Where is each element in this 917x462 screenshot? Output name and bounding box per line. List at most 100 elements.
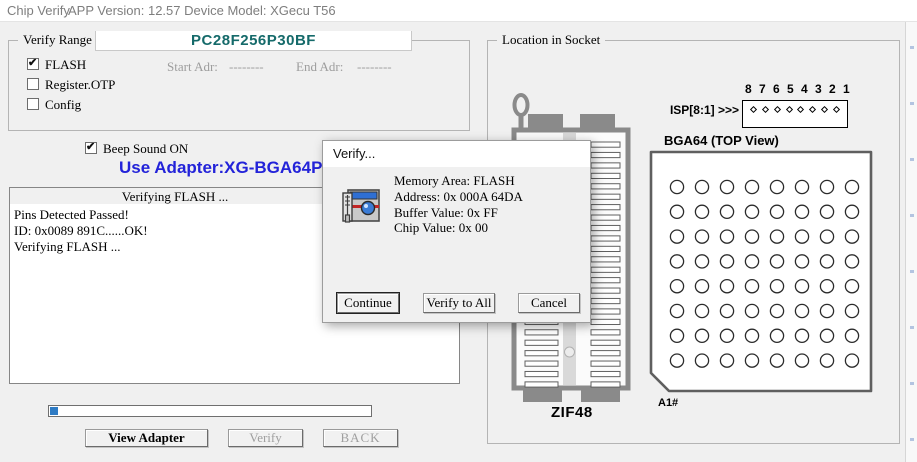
bga-ball: [745, 280, 758, 293]
back-button[interactable]: BACK: [323, 429, 398, 447]
checkbox-register-otp[interactable]: [27, 78, 39, 90]
socket-lever-icon: [515, 95, 528, 115]
zif-pin-slot: [591, 267, 620, 272]
progress-bar-fill: [50, 407, 58, 415]
checkbox-beep-label: Beep Sound ON: [103, 141, 188, 157]
bga-ball: [845, 329, 858, 342]
zif-pin-slot: [525, 361, 558, 366]
bga-ball: [670, 280, 683, 293]
continue-button[interactable]: Continue: [337, 293, 399, 313]
bga-ball: [795, 230, 808, 243]
verify-dialog-info-line: Address: 0x 000A 64DA: [394, 189, 523, 205]
zif-pin-slot: [591, 257, 620, 262]
zif-pin-slot: [591, 246, 620, 251]
zif-pin-slot: [591, 309, 620, 314]
chip-verify-window: Chip Verify APP Version: 12.57 Device Mo…: [0, 0, 917, 462]
zif-pin-slot: [525, 371, 558, 376]
checkbox-beep[interactable]: [85, 142, 97, 154]
isp-pin-icon: [797, 106, 804, 113]
bga-ball: [670, 180, 683, 193]
bga-ball: [670, 354, 683, 367]
zif-pin-slot: [591, 330, 620, 335]
zif-pin-slot: [591, 152, 620, 157]
bga-ball: [695, 280, 708, 293]
bga-ball: [770, 205, 783, 218]
bga-ball: [845, 354, 858, 367]
bga-ball: [720, 205, 733, 218]
chip-name-banner: PC28F256P30BF: [95, 31, 412, 51]
verify-dialog-titlebar[interactable]: Verify...: [323, 141, 590, 167]
isp-pin-icon: [774, 106, 781, 113]
checkbox-flash[interactable]: [27, 58, 39, 70]
bga-ball: [770, 354, 783, 367]
bga-ball: [745, 329, 758, 342]
verify-dialog: Verify... Memory Area: FLASHAddress: 0x …: [322, 140, 591, 323]
progress-bar: [48, 405, 372, 417]
verify-dialog-info-line: Buffer Value: 0x FF: [394, 205, 523, 221]
zif-pin-slot: [591, 225, 620, 230]
isp-port-label: ISP[8:1] >>>: [663, 103, 739, 117]
bga-ball: [820, 329, 833, 342]
bga-ball: [845, 230, 858, 243]
zif-pin-slot: [525, 340, 558, 345]
verify-dialog-info: Memory Area: FLASHAddress: 0x 000A 64DAB…: [394, 173, 523, 236]
zif-pin-slot: [591, 163, 620, 168]
bga-ball: [845, 180, 858, 193]
zif48-label: ZIF48: [551, 404, 593, 421]
bga-ball: [845, 304, 858, 317]
verify-dialog-title: Verify...: [333, 146, 375, 161]
isp-pin-numbers: 8 7 6 5 4 3 2 1: [745, 82, 851, 96]
bga-ball: [820, 205, 833, 218]
bga-ball: [745, 354, 758, 367]
zif-pin-slot: [591, 382, 620, 387]
bga-ball: [695, 230, 708, 243]
bga-ball: [695, 205, 708, 218]
start-adr-label: Start Adr:: [167, 59, 218, 75]
bga-ball: [695, 354, 708, 367]
zif-pin-slot: [591, 236, 620, 241]
bga-ball: [720, 304, 733, 317]
cancel-button[interactable]: Cancel: [518, 293, 580, 313]
bga-ball: [795, 304, 808, 317]
bga64-top-view-label: BGA64 (TOP View): [664, 133, 779, 148]
bga-ball: [820, 230, 833, 243]
bga-ball: [770, 255, 783, 268]
zif-pin-slot: [591, 184, 620, 189]
window-titlebar[interactable]: Chip Verify APP Version: 12.57 Device Mo…: [0, 0, 917, 22]
zif-pin-slot: [525, 330, 558, 335]
isp-pin-icon: [821, 106, 828, 113]
bga-ball: [720, 230, 733, 243]
bga-ball: [820, 354, 833, 367]
zif-pin-slot: [591, 194, 620, 199]
verify-range-legend: Verify Range: [18, 32, 97, 48]
bga-ball: [770, 304, 783, 317]
verify-button[interactable]: Verify: [228, 429, 303, 447]
zif-pin-slot: [591, 205, 620, 210]
bga-ball: [795, 180, 808, 193]
verify-to-all-button[interactable]: Verify to All: [423, 293, 495, 313]
bga-ball: [845, 280, 858, 293]
checkbox-config-label: Config: [45, 97, 81, 113]
bga-ball: [670, 205, 683, 218]
log-header-text: Verifying FLASH ...: [10, 189, 340, 205]
zif-pin-slot: [591, 215, 620, 220]
zif-pin-slot: [525, 382, 558, 387]
bga-ball: [745, 304, 758, 317]
end-adr-value: --------: [357, 59, 392, 75]
start-adr-value: --------: [229, 59, 264, 75]
zif-pin-slot: [591, 142, 620, 147]
zif-pin-slot: [591, 351, 620, 356]
zif-pin-slot: [591, 173, 620, 178]
bga64-package-graphic: [649, 150, 875, 395]
isp-pin-icon: [785, 106, 792, 113]
bga-ball: [770, 329, 783, 342]
desktop-edge-sliver: [905, 22, 917, 462]
bga-ball: [820, 304, 833, 317]
view-adapter-button[interactable]: View Adapter: [85, 429, 208, 447]
checkbox-config[interactable]: [27, 98, 39, 110]
bga-ball: [670, 329, 683, 342]
bga-ball: [695, 304, 708, 317]
bga-ball: [720, 329, 733, 342]
bga-ball: [695, 180, 708, 193]
bga-ball: [770, 180, 783, 193]
